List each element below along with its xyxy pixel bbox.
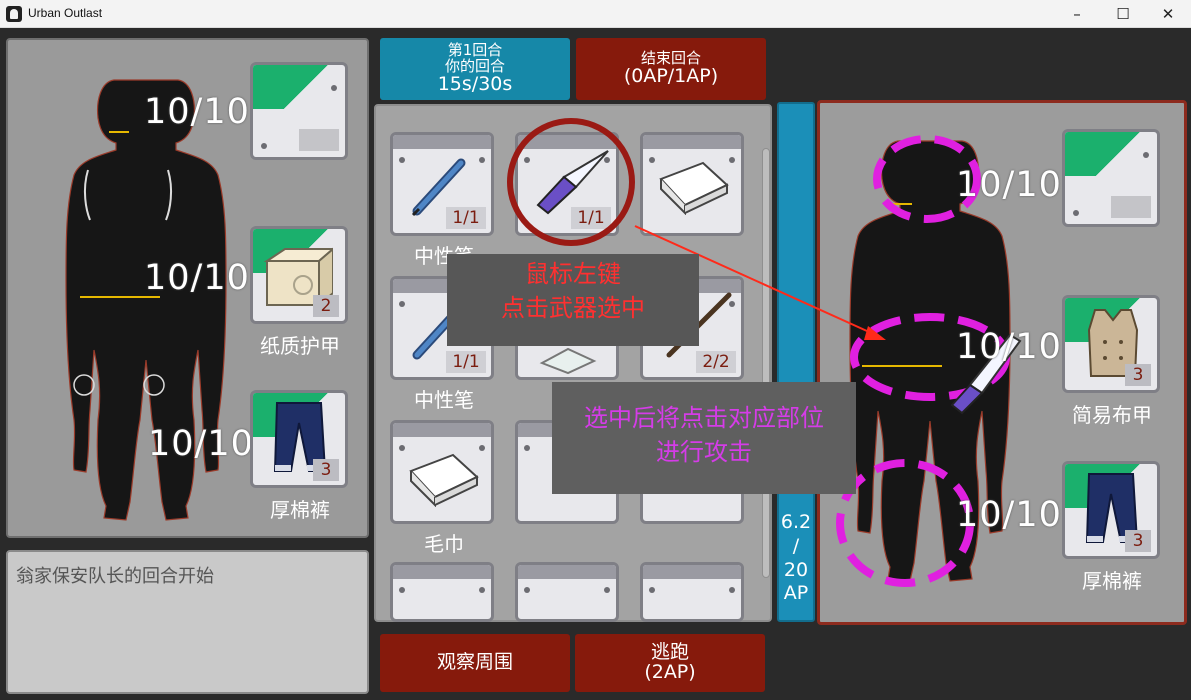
flee-button[interactable]: 逃跑 (2AP) <box>575 634 765 692</box>
player-torso-armor-slot[interactable]: 2 <box>250 226 348 324</box>
item-quantity: 1/1 <box>446 351 486 373</box>
tip-line: 选中后将点击对应部位 <box>584 404 824 432</box>
armor-count: 3 <box>1125 364 1151 386</box>
item-quantity: 1/1 <box>571 207 611 229</box>
enemy-legs-armor-name: 厚棉裤 <box>1082 569 1142 593</box>
player-head-hp: 10/10 <box>144 92 250 132</box>
maximize-button[interactable]: ☐ <box>1100 0 1146 28</box>
empty-slot-marker <box>1111 196 1151 218</box>
log-message: 翁家保安队长的回合开始 <box>16 566 214 587</box>
enemy-torso-armor-name: 简易布甲 <box>1072 403 1152 427</box>
minimize-button[interactable]: – <box>1054 0 1100 28</box>
enemy-head-hp[interactable]: 10/10 <box>956 165 1062 205</box>
item-name: 毛巾 <box>424 532 464 556</box>
enemy-head-armor-slot[interactable] <box>1062 129 1160 227</box>
end-turn-button[interactable]: 结束回合 (0AP/1AP) <box>576 38 766 100</box>
inventory-scrollbar[interactable] <box>762 148 770 578</box>
enemy-legs-hp[interactable]: 10/10 <box>956 495 1062 535</box>
tutorial-tip-select: 鼠标左键 点击武器选中 <box>447 254 699 346</box>
inventory-slot-empty[interactable] <box>640 562 744 622</box>
player-legs-armor-name: 厚棉裤 <box>270 498 330 522</box>
observe-surroundings-button[interactable]: 观察周围 <box>380 634 570 692</box>
player-legs-armor-slot[interactable]: 3 <box>250 390 348 488</box>
player-torso-armor-name: 纸质护甲 <box>260 334 340 358</box>
window-title: Urban Outlast <box>28 6 103 20</box>
app-icon <box>6 6 22 22</box>
player-torso-hp: 10/10 <box>144 258 250 298</box>
item-quantity: 1/1 <box>446 207 486 229</box>
ap-unit: AP <box>783 582 809 605</box>
enemy-legs-armor-slot[interactable]: 3 <box>1062 461 1160 559</box>
inventory-slot[interactable]: 1/1 <box>390 132 494 236</box>
inventory-slot[interactable]: 1/1 <box>515 132 619 236</box>
towel-icon <box>409 453 479 507</box>
flee-cost: (2AP) <box>644 661 696 683</box>
player-panel: 10/10 10/10 10/10 2 纸质护甲 3 厚棉裤 <box>6 38 369 538</box>
close-button[interactable]: ✕ <box>1145 0 1191 28</box>
title-bar: Urban Outlast – ☐ ✕ <box>0 0 1191 28</box>
inventory-slot[interactable] <box>640 132 744 236</box>
tip-line: 点击武器选中 <box>501 293 645 322</box>
player-legs-hp: 10/10 <box>148 424 254 464</box>
enemy-torso-armor-slot[interactable]: 3 <box>1062 295 1160 393</box>
player-head-armor-slot[interactable] <box>250 62 348 160</box>
enemy-panel: 10/10 10/10 10/10 3 简易布甲 3 厚棉裤 <box>817 100 1187 625</box>
armor-count: 2 <box>313 295 339 317</box>
inventory-slot-empty[interactable] <box>390 562 494 622</box>
action-points-bar: 6.2 / 20 AP <box>777 102 815 622</box>
end-turn-cost: (0AP/1AP) <box>623 64 719 87</box>
game-area: 10/10 10/10 10/10 2 纸质护甲 3 厚棉裤 翁家保安队长的回合… <box>0 28 1191 700</box>
ap-current: 6.2 <box>780 511 812 533</box>
empty-slot-marker <box>299 129 339 151</box>
tip-line: 进行攻击 <box>656 437 752 466</box>
enemy-torso-hp[interactable]: 10/10 <box>956 327 1062 367</box>
tutorial-tip-attack: 选中后将点击对应部位 进行攻击 <box>552 382 856 494</box>
ap-separator: / <box>792 534 800 557</box>
item-name: 中性笔 <box>414 388 474 412</box>
flee-label: 逃跑 <box>650 641 689 664</box>
tip-line: 鼠标左键 <box>525 260 621 288</box>
armor-count: 3 <box>313 459 339 481</box>
battle-log: 翁家保安队长的回合开始 <box>6 550 369 694</box>
item-quantity: 2/2 <box>696 351 736 373</box>
ap-max: 20 <box>783 558 809 581</box>
armor-count: 3 <box>1125 530 1151 552</box>
inventory-slot-empty[interactable] <box>515 562 619 622</box>
gauze-icon <box>539 347 597 375</box>
turn-indicator: 第1回合 你的回合 15s/30s <box>380 38 570 100</box>
action-points-readout: 6.2 / 20 AP <box>779 511 813 606</box>
inventory-slot[interactable] <box>390 420 494 524</box>
towel-icon <box>659 161 729 215</box>
turn-timer: 15s/30s <box>437 72 513 95</box>
